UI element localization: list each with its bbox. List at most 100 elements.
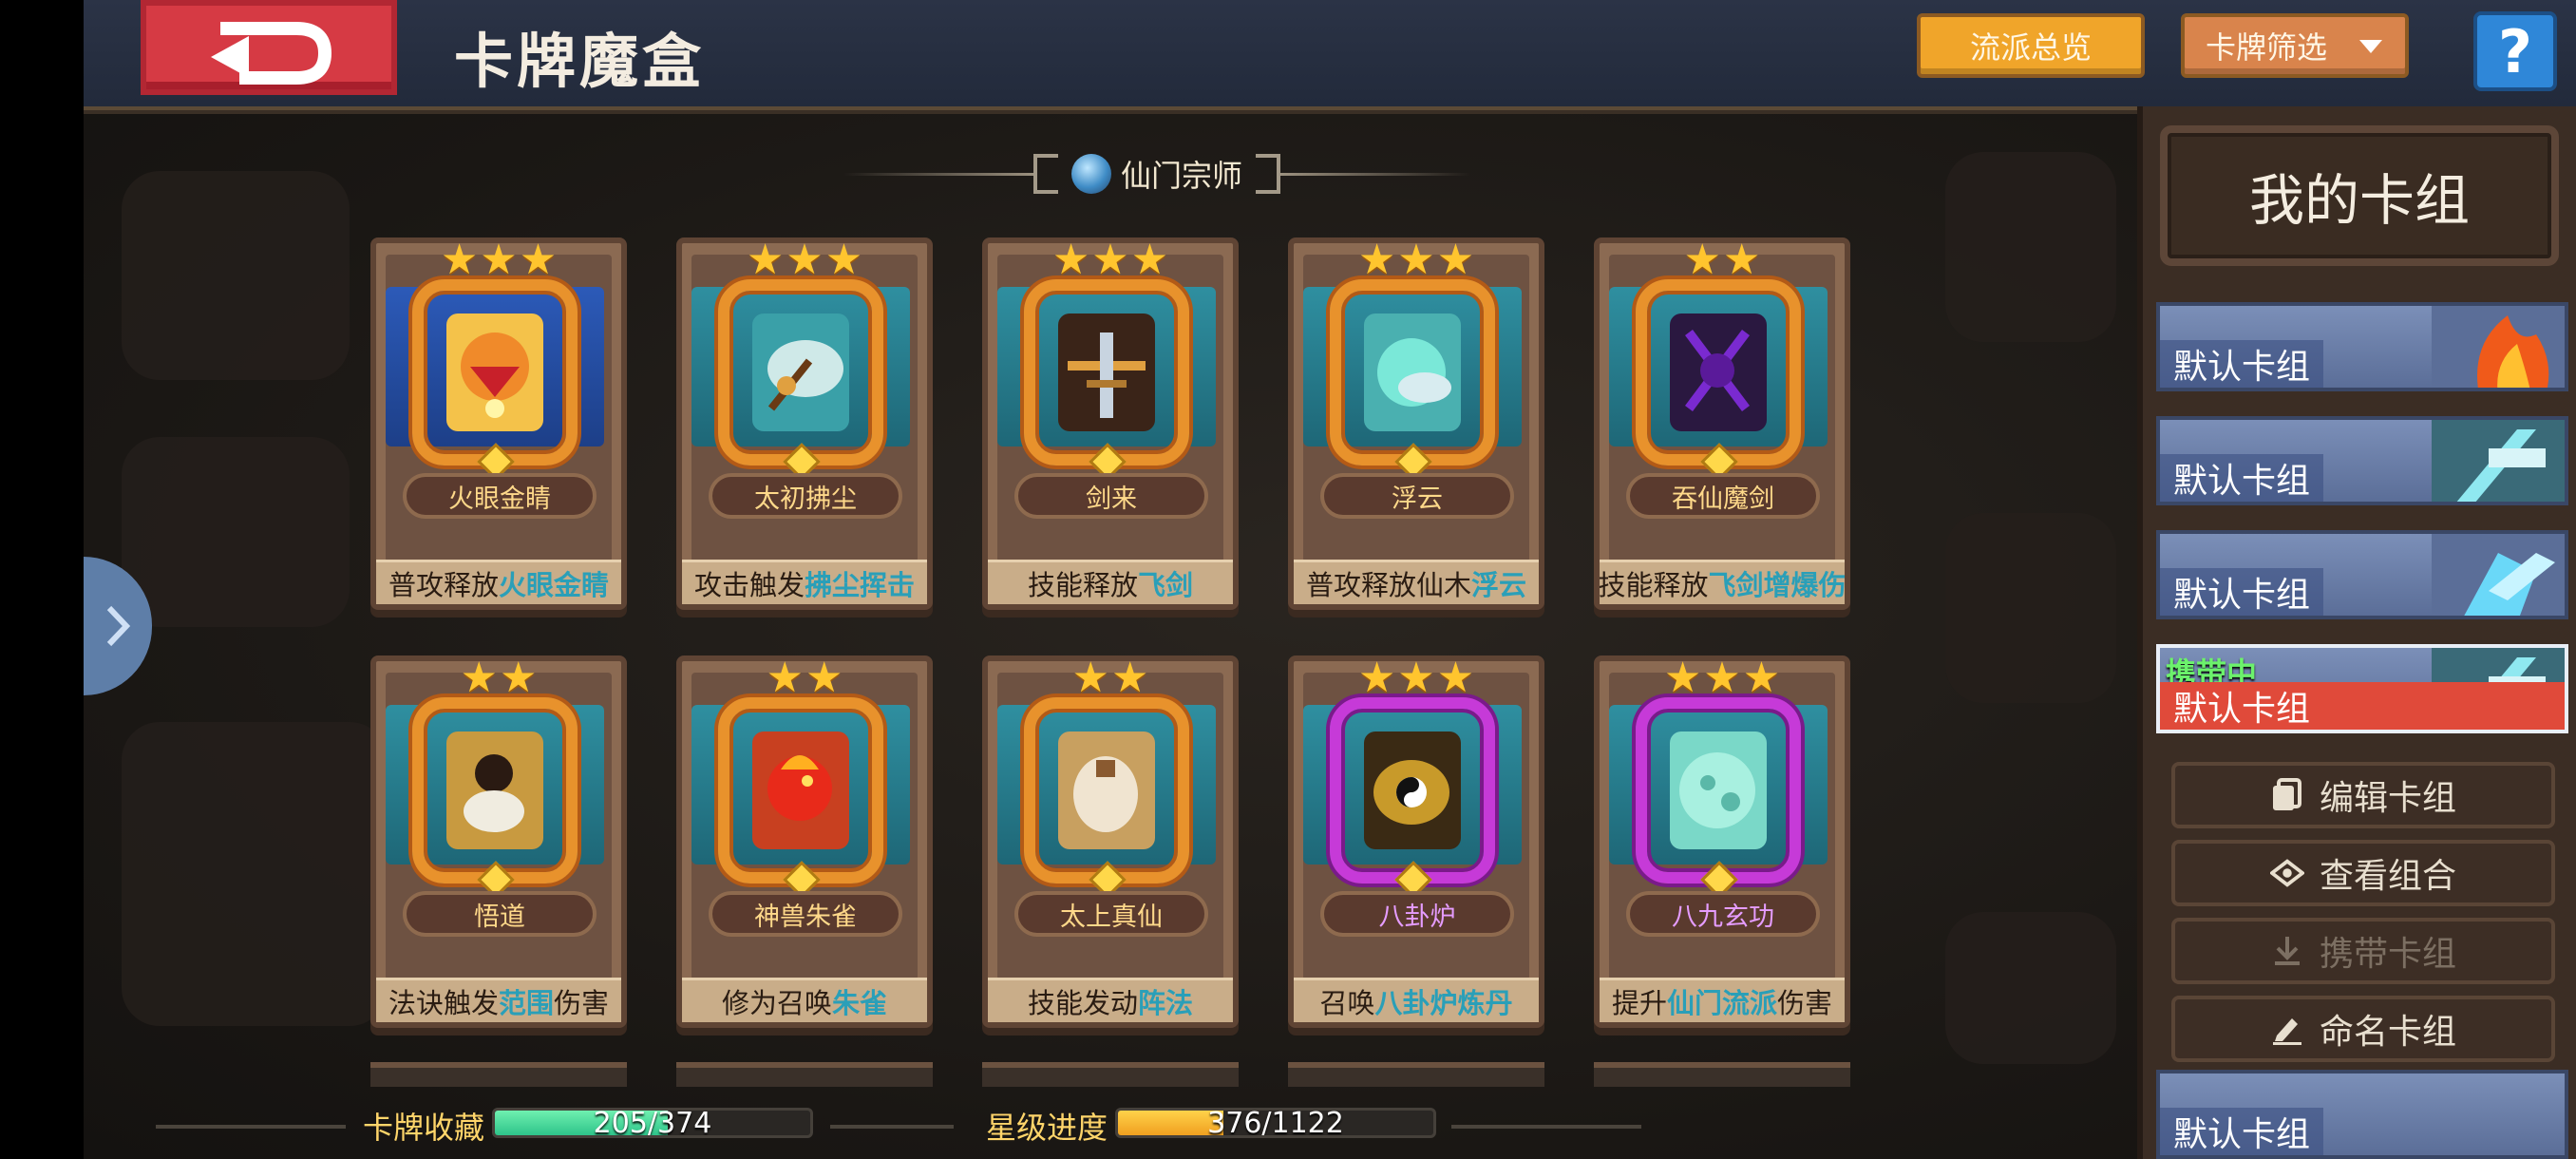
deck-action-label: 查看组合 xyxy=(2319,857,2456,896)
divider-line xyxy=(1280,173,1470,176)
divider-bracket xyxy=(1256,154,1280,194)
help-button[interactable]: ? xyxy=(2473,11,2557,91)
star-icon: ★ xyxy=(1397,654,1435,702)
divider-bracket xyxy=(1033,154,1058,194)
card-frame xyxy=(1330,279,1495,466)
page-title: 卡牌魔盒 xyxy=(454,27,706,96)
card-name: 太初拂尘 xyxy=(709,473,902,519)
card-filter-label: 卡牌筛选 xyxy=(2206,29,2328,66)
card-effect: 普攻释放仙木 浮云 xyxy=(1294,560,1539,604)
deck-action-button[interactable]: 携带卡组 xyxy=(2171,918,2555,984)
card-art xyxy=(446,732,543,849)
card-effect-text: 伤害 xyxy=(1777,987,1833,1019)
card-effect-highlight: 飞剑增爆伤 xyxy=(1708,569,1846,601)
deck-slot[interactable]: 默认卡组 xyxy=(2156,530,2568,619)
card-effect-text: 召唤 xyxy=(1319,987,1375,1019)
deck-action-button[interactable]: 编辑卡组 xyxy=(2171,762,2555,828)
star-icon: ★ xyxy=(1723,236,1761,284)
card-filter-dropdown[interactable]: 卡牌筛选 xyxy=(2181,13,2409,78)
card-effect: 技能释放 飞剑 xyxy=(988,560,1233,604)
card-effect-highlight: 拂尘挥击 xyxy=(805,569,916,601)
star-progress-value: 376/1122 xyxy=(1207,1108,1344,1138)
deck-action-button[interactable]: 查看组合 xyxy=(2171,840,2555,906)
card-stars: ★ ★ ★ xyxy=(682,239,927,281)
card-name: 八卦炉 xyxy=(1320,891,1514,937)
card-frame xyxy=(412,279,578,466)
card-stars: ★ ★ ★ xyxy=(1600,657,1845,699)
card-effect: 修为召唤 朱雀 xyxy=(682,978,927,1022)
deck-action-button[interactable]: 命名卡组 xyxy=(2171,996,2555,1062)
card[interactable]: ★ ★ ★ 浮云 普攻释放仙木 浮云 xyxy=(1288,238,1544,610)
card[interactable]: ★ ★ 悟道 法诀触发 范围 伤害 xyxy=(370,656,627,1028)
sect-name: 仙门宗师 xyxy=(1121,158,1243,194)
deck-name: 默认卡组 xyxy=(2160,454,2324,502)
deck-slot[interactable]: 携带中 默认卡组 xyxy=(2156,644,2568,733)
card[interactable]: ★ ★ ★ 火眼金睛 普攻释放 火眼金睛 xyxy=(370,238,627,610)
star-progress-label: 星级进度 xyxy=(986,1110,1108,1146)
card[interactable]: ★ ★ 吞仙魔剑 技能释放 飞剑增爆伤 xyxy=(1594,238,1850,610)
card-peek xyxy=(982,1062,1239,1087)
card-peek xyxy=(676,1062,933,1087)
card-frame xyxy=(1330,697,1495,884)
card-art xyxy=(1058,732,1155,849)
card-effect-text: 普攻释放仙木 xyxy=(1305,569,1471,601)
star-progress-bar: 376/1122 xyxy=(1115,1108,1436,1138)
card-effect-highlight: 火眼金睛 xyxy=(499,569,610,601)
deck-action-label: 编辑卡组 xyxy=(2319,779,2456,818)
card[interactable]: ★ ★ ★ 太初拂尘攻击触发 拂尘挥击 xyxy=(676,238,933,610)
card-effect: 技能发动 阵法 xyxy=(988,978,1233,1022)
card[interactable]: ★ ★ 神兽朱雀 修为召唤 朱雀 xyxy=(676,656,933,1028)
card-name: 太上真仙 xyxy=(1014,891,1208,937)
deck-panel: 我的卡组 默认卡组 默认卡组 默认卡组 携带中 默认卡组 编辑卡组 查看组合 携带卡组 命名卡… xyxy=(2137,106,2576,1159)
deck-name: 默认卡组 xyxy=(2160,1108,2324,1155)
card-name: 火眼金睛 xyxy=(403,473,597,519)
eye-icon xyxy=(2269,856,2304,890)
card-stars: ★ ★ xyxy=(1600,239,1845,281)
card-effect: 普攻释放 火眼金睛 xyxy=(376,560,621,604)
card-stars: ★ ★ ★ xyxy=(376,239,621,281)
download-icon xyxy=(2270,934,2304,968)
card-effect: 提升 仙门流派 伤害 xyxy=(1600,978,1845,1022)
sect-header: 仙门宗师 xyxy=(843,144,1470,203)
star-icon: ★ xyxy=(1091,236,1129,284)
card-effect-text: 技能发动 xyxy=(1027,987,1138,1019)
star-icon: ★ xyxy=(746,236,785,284)
star-icon: ★ xyxy=(1051,236,1090,284)
star-icon: ★ xyxy=(1111,654,1149,702)
deck-slot[interactable]: 默认卡组 xyxy=(2156,302,2568,391)
card-frame xyxy=(718,279,883,466)
star-icon: ★ xyxy=(805,654,843,702)
card-art xyxy=(1670,314,1767,431)
card-art xyxy=(752,314,849,431)
star-icon: ★ xyxy=(1436,236,1475,284)
card[interactable]: ★ ★ ★ 八卦炉 召唤 八卦炉炼丹 xyxy=(1288,656,1544,1028)
card-frame xyxy=(1024,697,1189,884)
card-art xyxy=(1670,732,1767,849)
deck-action-label: 携带卡组 xyxy=(2319,935,2456,974)
card-name: 浮云 xyxy=(1320,473,1514,519)
deck-thumbnail xyxy=(2375,420,2565,502)
deck-panel-title: 我的卡组 xyxy=(2160,125,2559,266)
divider-line xyxy=(830,1125,954,1129)
deck-slot[interactable]: 默认卡组 xyxy=(2156,416,2568,505)
card[interactable]: ★ ★ ★ 剑来 技能释放 飞剑 xyxy=(982,238,1239,610)
star-icon: ★ xyxy=(480,236,518,284)
card-frame xyxy=(718,697,883,884)
card-effect-text: 攻击触发 xyxy=(693,569,805,601)
star-icon: ★ xyxy=(1742,654,1781,702)
deck-thumbnail xyxy=(2375,306,2565,388)
sect-overview-button[interactable]: 流派总览 xyxy=(1917,13,2145,78)
card-frame xyxy=(1636,279,1801,466)
card-name: 吞仙魔剑 xyxy=(1626,473,1820,519)
deck-slot[interactable]: 默认卡组 xyxy=(2156,1070,2568,1159)
divider-line xyxy=(1451,1125,1641,1129)
card-effect-text: 法诀触发 xyxy=(388,987,499,1019)
card[interactable]: ★ ★ 太上真仙 技能发动 阵法 xyxy=(982,656,1239,1028)
deck-name: 默认卡组 xyxy=(2160,682,2565,730)
cards-icon xyxy=(2270,778,2304,812)
back-button[interactable] xyxy=(141,0,397,95)
card-stars: ★ ★ ★ xyxy=(988,239,1233,281)
card[interactable]: ★ ★ ★ 八九玄功 提升 仙门流派 伤害 xyxy=(1594,656,1850,1028)
card-frame xyxy=(1636,697,1801,884)
card-effect: 召唤 八卦炉炼丹 xyxy=(1294,978,1539,1022)
